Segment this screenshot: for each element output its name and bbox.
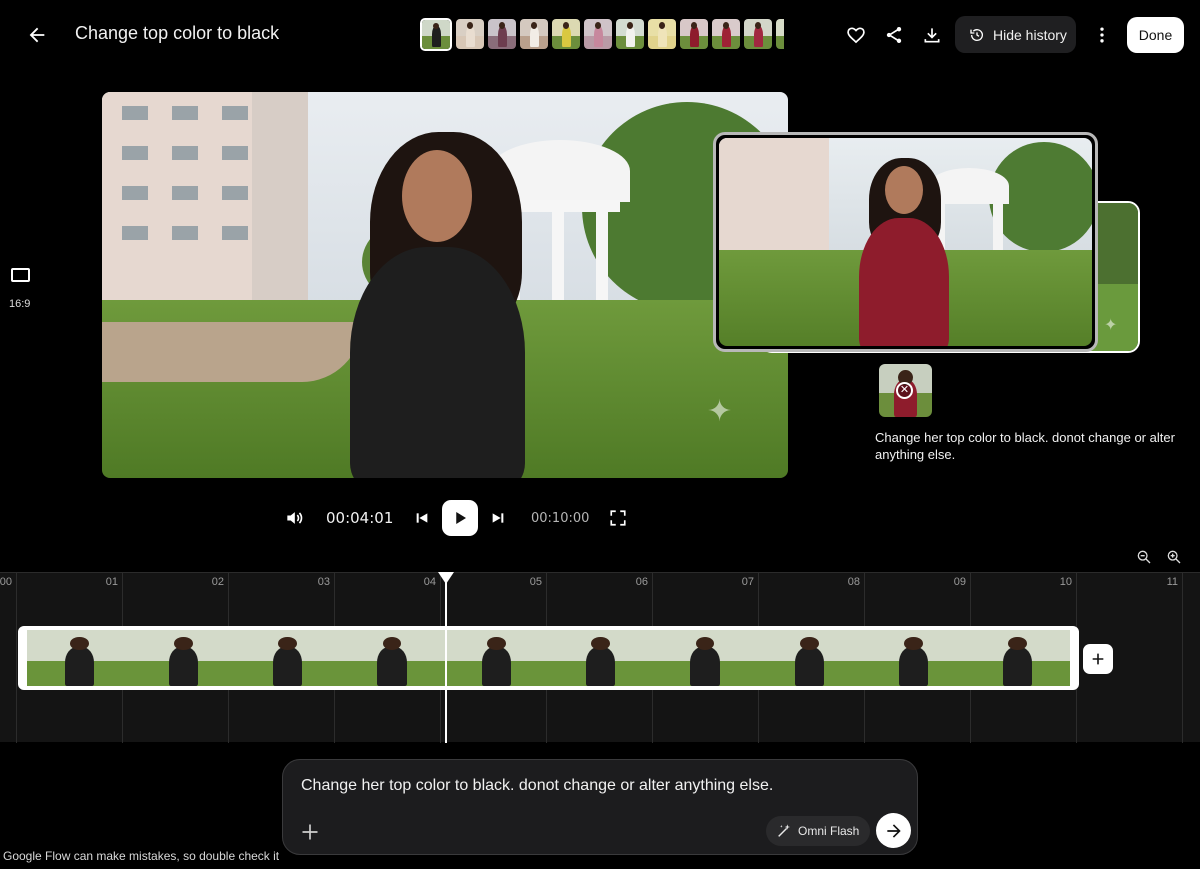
version-thumbnail[interactable] (584, 19, 612, 49)
history-prompt-text: Change her top color to black. donot cha… (875, 430, 1175, 462)
timeline-tick-label: 10 (1059, 576, 1072, 588)
prompt-composer[interactable]: Change her top color to black. donot cha… (282, 759, 918, 855)
version-thumbnail[interactable] (744, 19, 772, 49)
fullscreen-button[interactable] (605, 503, 631, 533)
person-face (402, 150, 472, 242)
arrow-right-icon (886, 823, 901, 838)
plus-icon (302, 824, 318, 840)
hide-history-button[interactable]: Hide history (955, 16, 1076, 53)
person-black-top (350, 247, 525, 478)
magic-wand-icon (778, 824, 790, 837)
skip-previous-button[interactable] (410, 503, 434, 533)
model-selector[interactable]: Omni Flash (766, 816, 870, 846)
reference-image-thumbnail[interactable]: ✕ (879, 364, 932, 417)
timeline-tick-label: 08 (847, 576, 860, 588)
volume-icon (287, 512, 303, 524)
clip-frame (444, 630, 549, 686)
sparkle-icon: ✦ (707, 395, 733, 428)
version-thumbnail[interactable] (456, 19, 484, 49)
back-button[interactable] (22, 20, 52, 50)
timeline-tick-label: 11 (1166, 576, 1178, 588)
download-button[interactable] (917, 20, 947, 50)
version-thumbnail[interactable] (420, 18, 452, 51)
done-button[interactable]: Done (1127, 17, 1184, 53)
sparkle-icon: ✦ (1104, 317, 1118, 334)
clip-frame (965, 630, 1070, 686)
clip-frame (861, 630, 966, 686)
timeline-tick-label: 00 (0, 576, 12, 588)
clip-frame (757, 630, 862, 686)
version-thumbnail[interactable] (616, 19, 644, 49)
total-duration: 00:10:00 (531, 511, 590, 526)
clip-frame (235, 630, 340, 686)
version-thumbnail[interactable] (712, 19, 740, 49)
timeline-tick-label: 03 (317, 576, 330, 588)
plus-icon (1092, 653, 1104, 665)
zoom-out-button[interactable] (1134, 547, 1154, 567)
version-thumbnail[interactable] (680, 19, 708, 49)
version-thumbnail[interactable] (520, 19, 548, 49)
timeline[interactable]: 00 01 02 03 04 05 06 07 08 09 10 11 (0, 572, 1200, 743)
download-icon (924, 28, 940, 43)
zoom-out-icon (1137, 550, 1151, 564)
page-title: Change top color to black (75, 23, 280, 43)
model-label: Omni Flash (798, 824, 860, 838)
history-icon (970, 28, 983, 41)
version-thumbnail[interactable] (648, 19, 676, 49)
hide-history-label: Hide history (993, 26, 1067, 43)
play-icon (456, 512, 466, 524)
timeline-tick-label: 09 (953, 576, 966, 588)
timeline-tick-label: 06 (635, 576, 648, 588)
aspect-ratio-icon (11, 268, 30, 282)
prompt-input[interactable]: Change her top color to black. donot cha… (301, 777, 773, 795)
playhead[interactable] (445, 573, 447, 743)
version-thumbnail[interactable] (488, 19, 516, 49)
clip-frame (131, 630, 236, 686)
add-clip-button[interactable] (1083, 644, 1113, 674)
share-icon (886, 27, 902, 43)
skip-next-button[interactable] (486, 503, 510, 533)
zoom-in-icon (1167, 550, 1181, 564)
add-attachment-button[interactable] (297, 819, 323, 845)
send-button[interactable] (876, 813, 911, 848)
timeline-tick-label: 01 (105, 576, 118, 588)
more-options-button[interactable] (1087, 20, 1117, 50)
clip-frame (548, 630, 653, 686)
timeline-tick-label: 05 (529, 576, 542, 588)
play-button[interactable] (442, 500, 478, 536)
timeline-tick-label: 07 (741, 576, 754, 588)
volume-button[interactable] (281, 503, 307, 533)
playhead-handle[interactable] (438, 572, 454, 584)
video-clip[interactable] (18, 626, 1079, 690)
main-video-preview[interactable]: ✦ (102, 92, 788, 478)
disclaimer-text: Google Flow can make mistakes, so double… (3, 849, 280, 863)
person-red-top (859, 218, 949, 346)
version-thumbnail[interactable] (776, 19, 784, 49)
current-time: 00:04:01 (326, 509, 394, 527)
favorite-button[interactable] (841, 20, 871, 50)
arrow-left-icon (29, 27, 45, 43)
generated-preview-front[interactable] (713, 132, 1098, 352)
remove-reference-icon[interactable]: ✕ (896, 382, 913, 399)
aspect-ratio-button[interactable]: 16:9 (6, 264, 34, 314)
version-thumbnail-strip (420, 18, 784, 51)
timeline-tick-label: 02 (211, 576, 224, 588)
top-bar: Change top color to black Hide history D… (0, 0, 1200, 70)
version-thumbnail[interactable] (552, 19, 580, 49)
more-vertical-icon (1100, 27, 1104, 43)
aspect-ratio-label: 16:9 (9, 298, 31, 310)
clip-frame (339, 630, 445, 686)
clip-frame (27, 630, 132, 686)
share-button[interactable] (879, 20, 909, 50)
skip-next-icon (492, 513, 504, 523)
heart-icon (847, 27, 865, 44)
skip-previous-icon (416, 513, 428, 523)
zoom-in-button[interactable] (1164, 547, 1184, 567)
timeline-ruler: 00 01 02 03 04 05 06 07 08 09 10 11 (0, 573, 1200, 743)
fullscreen-icon (610, 510, 626, 526)
clip-frame (652, 630, 758, 686)
